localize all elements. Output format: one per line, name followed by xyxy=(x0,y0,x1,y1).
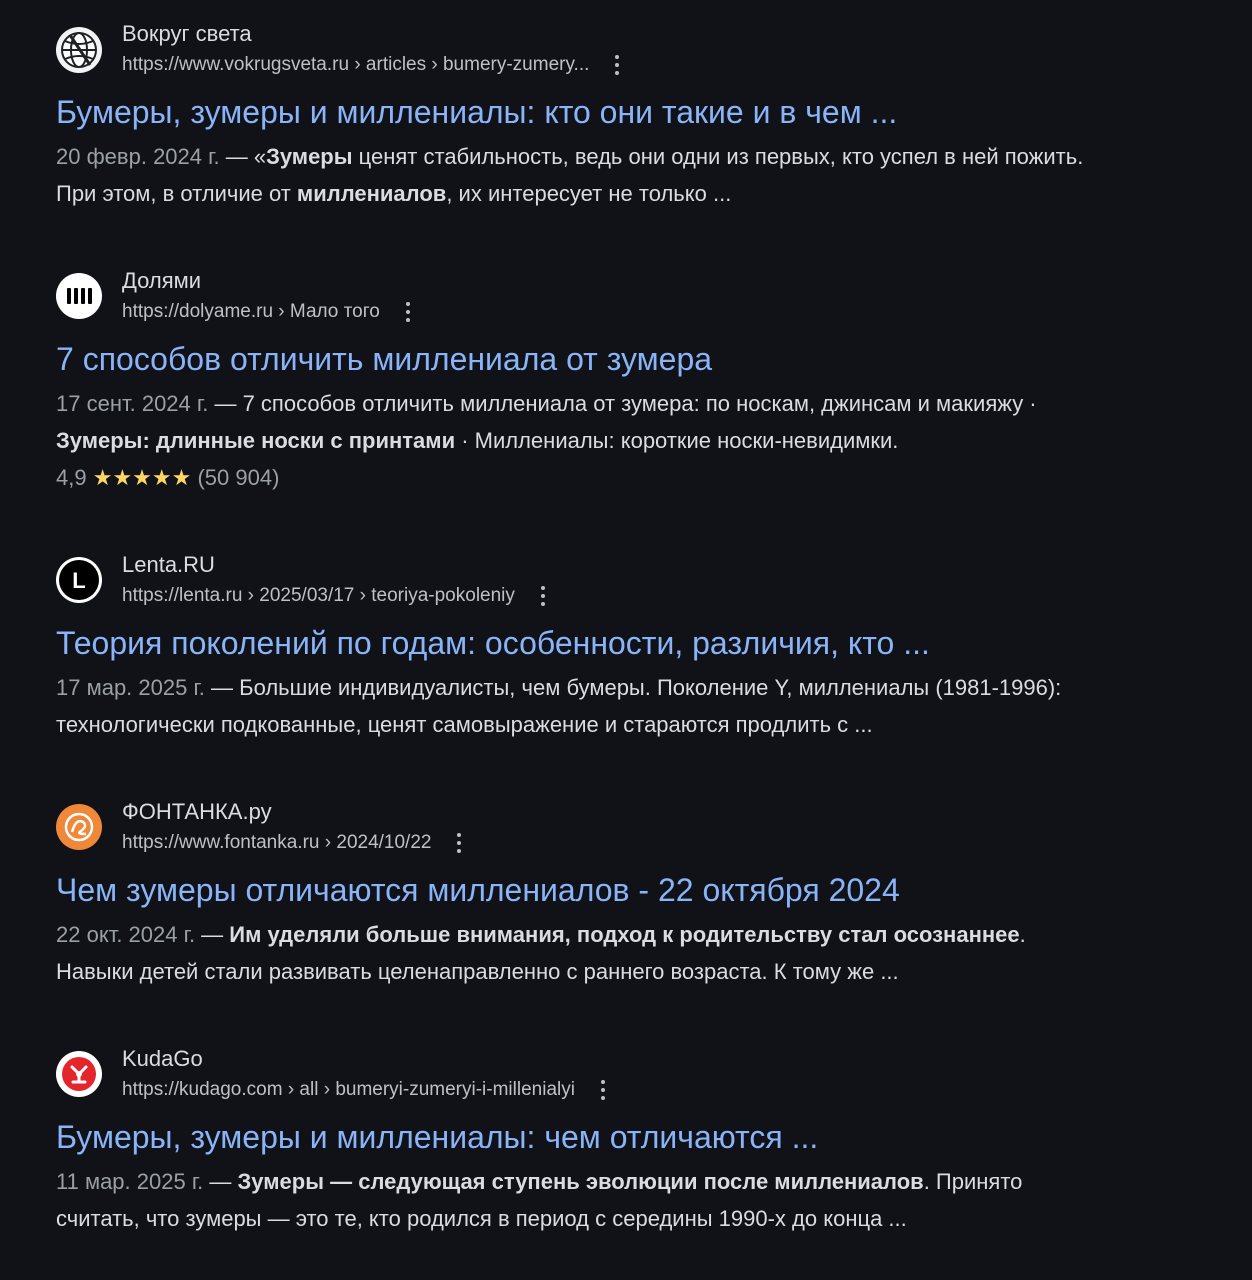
date-separator: — xyxy=(203,1169,238,1194)
snippet-text: Большие индивидуалисты, чем бумеры. Поко… xyxy=(239,675,1062,700)
snippet-line-1: 17 сент. 2024 г. — 7 способов отличить м… xyxy=(56,385,1206,422)
snippet-line-2: Зумеры: длинные носки с принтами · Милле… xyxy=(56,422,1206,459)
result-title-link[interactable]: Теория поколений по годам: особенности, … xyxy=(56,623,930,663)
date-separator: — xyxy=(219,144,254,169)
url-text[interactable]: https://kudago.com › all › bumeryi-zumer… xyxy=(122,1077,575,1103)
snippet-line-2: технологически подкованные, ценят самовы… xyxy=(56,706,1206,743)
result-url[interactable]: https://www.fontanka.ru › 2024/10/22 xyxy=(122,830,469,856)
globe-icon[interactable] xyxy=(56,27,102,73)
date-separator: — xyxy=(208,391,243,416)
snippet-line-1: 20 февр. 2024 г. — «Зумеры ценят стабиль… xyxy=(56,138,1206,175)
snippet-text: . Принято xyxy=(923,1169,1023,1194)
date-separator: — xyxy=(195,922,230,947)
result-url[interactable]: https://kudago.com › all › bumeryi-zumer… xyxy=(122,1077,613,1103)
site-name[interactable]: Lenta.RU xyxy=(122,551,215,579)
result-snippet: 11 мар. 2025 г. — Зумеры — следующая сту… xyxy=(56,1163,1206,1237)
snippet-text: . xyxy=(1019,922,1026,947)
result-date: 17 сент. 2024 г. xyxy=(56,391,209,416)
result-title-link[interactable]: Бумеры, зумеры и миллениалы: чем отличаю… xyxy=(56,1117,818,1157)
result-date: 17 мар. 2025 г. xyxy=(56,675,205,700)
result-title-link[interactable]: Бумеры, зумеры и миллениалы: кто они так… xyxy=(56,92,897,132)
snippet-highlight: Зумеры — следующая ступень эволюции посл… xyxy=(237,1169,924,1194)
rating-stars-icon: ★★★★★ xyxy=(92,465,192,490)
result-date: 20 февр. 2024 г. xyxy=(56,144,220,169)
result-snippet: 17 сент. 2024 г. — 7 способов отличить м… xyxy=(56,385,1206,459)
rating-value: 4,9 xyxy=(56,465,87,490)
result-snippet: 17 мар. 2025 г. — Большие индивидуалисты… xyxy=(56,669,1206,743)
snippet-text: технологически подкованные, ценят самовы… xyxy=(56,712,873,737)
snippet-line-2: При этом, в отличие от миллениалов, их и… xyxy=(56,175,1206,212)
result-url[interactable]: https://dolyame.ru › Мало того xyxy=(122,299,418,325)
snippet-text: ценят стабильность, ведь они одни из пер… xyxy=(352,144,1084,169)
snippet-line-1: 17 мар. 2025 г. — Большие индивидуалисты… xyxy=(56,669,1206,706)
snippet-text: 7 способов отличить миллениала от зумера… xyxy=(242,391,1037,416)
snippet-text: « xyxy=(253,144,267,169)
snippet-highlight: миллениалов xyxy=(296,181,447,206)
rating-row: 4,9 ★★★★★ (50 904) xyxy=(56,459,279,496)
result-date: 22 окт. 2024 г. xyxy=(56,922,196,947)
snippet-text: считать, что зумеры — это те, кто родилс… xyxy=(56,1206,907,1231)
fontanka-logo-icon[interactable] xyxy=(56,804,102,850)
lenta-logo-letter: L xyxy=(72,568,85,593)
snippet-highlight: Зумеры: длинные носки с принтами xyxy=(56,428,456,453)
snippet-highlight: Им уделяли больше внимания, подход к род… xyxy=(229,922,1020,947)
result-snippet: 22 окт. 2024 г. — Им уделяли больше вним… xyxy=(56,916,1206,990)
site-name[interactable]: ФОНТАНКА.ру xyxy=(122,798,272,826)
more-options-icon[interactable] xyxy=(607,52,627,78)
lenta-logo-icon[interactable]: L xyxy=(56,557,102,603)
more-options-icon[interactable] xyxy=(533,583,553,609)
result-url[interactable]: https://www.vokrugsveta.ru › articles › … xyxy=(122,52,627,78)
site-name[interactable]: Долями xyxy=(122,267,201,295)
snippet-line-1: 22 окт. 2024 г. — Им уделяли больше вним… xyxy=(56,916,1206,953)
result-date: 11 мар. 2025 г. xyxy=(56,1169,204,1194)
dolyame-logo-icon[interactable] xyxy=(56,273,102,319)
result-title-link[interactable]: 7 способов отличить миллениала от зумера xyxy=(56,339,712,379)
snippet-highlight: Зумеры xyxy=(266,144,353,169)
snippet-text: При этом, в отличие от xyxy=(56,181,297,206)
snippet-line-2: считать, что зумеры — это те, кто родилс… xyxy=(56,1200,1206,1237)
more-options-icon[interactable] xyxy=(449,830,469,856)
snippet-text: · Миллениалы: короткие носки-невидимки. xyxy=(455,428,899,453)
site-name[interactable]: Вокруг света xyxy=(122,20,252,48)
more-options-icon[interactable] xyxy=(593,1077,613,1103)
result-snippet: 20 февр. 2024 г. — «Зумеры ценят стабиль… xyxy=(56,138,1206,212)
url-text[interactable]: https://www.fontanka.ru › 2024/10/22 xyxy=(122,830,431,856)
more-options-icon[interactable] xyxy=(398,299,418,325)
snippet-line-2: Навыки детей стали развивать целенаправл… xyxy=(56,953,1206,990)
url-text[interactable]: https://www.vokrugsveta.ru › articles › … xyxy=(122,52,589,78)
result-url[interactable]: https://lenta.ru › 2025/03/17 › teoriya-… xyxy=(122,583,553,609)
snippet-text: , их интересует не только ... xyxy=(446,181,732,206)
result-title-link[interactable]: Чем зумеры отличаются миллениалов - 22 о… xyxy=(56,870,900,910)
snippet-text: Навыки детей стали развивать целенаправл… xyxy=(56,959,899,984)
kudago-logo-icon[interactable] xyxy=(56,1051,102,1097)
url-text[interactable]: https://dolyame.ru › Мало того xyxy=(122,299,380,325)
date-separator: — xyxy=(204,675,240,700)
site-name[interactable]: KudaGo xyxy=(122,1045,203,1073)
snippet-line-1: 11 мар. 2025 г. — Зумеры — следующая сту… xyxy=(56,1163,1206,1200)
url-text[interactable]: https://lenta.ru › 2025/03/17 › teoriya-… xyxy=(122,583,515,609)
rating-count: (50 904) xyxy=(197,465,280,490)
